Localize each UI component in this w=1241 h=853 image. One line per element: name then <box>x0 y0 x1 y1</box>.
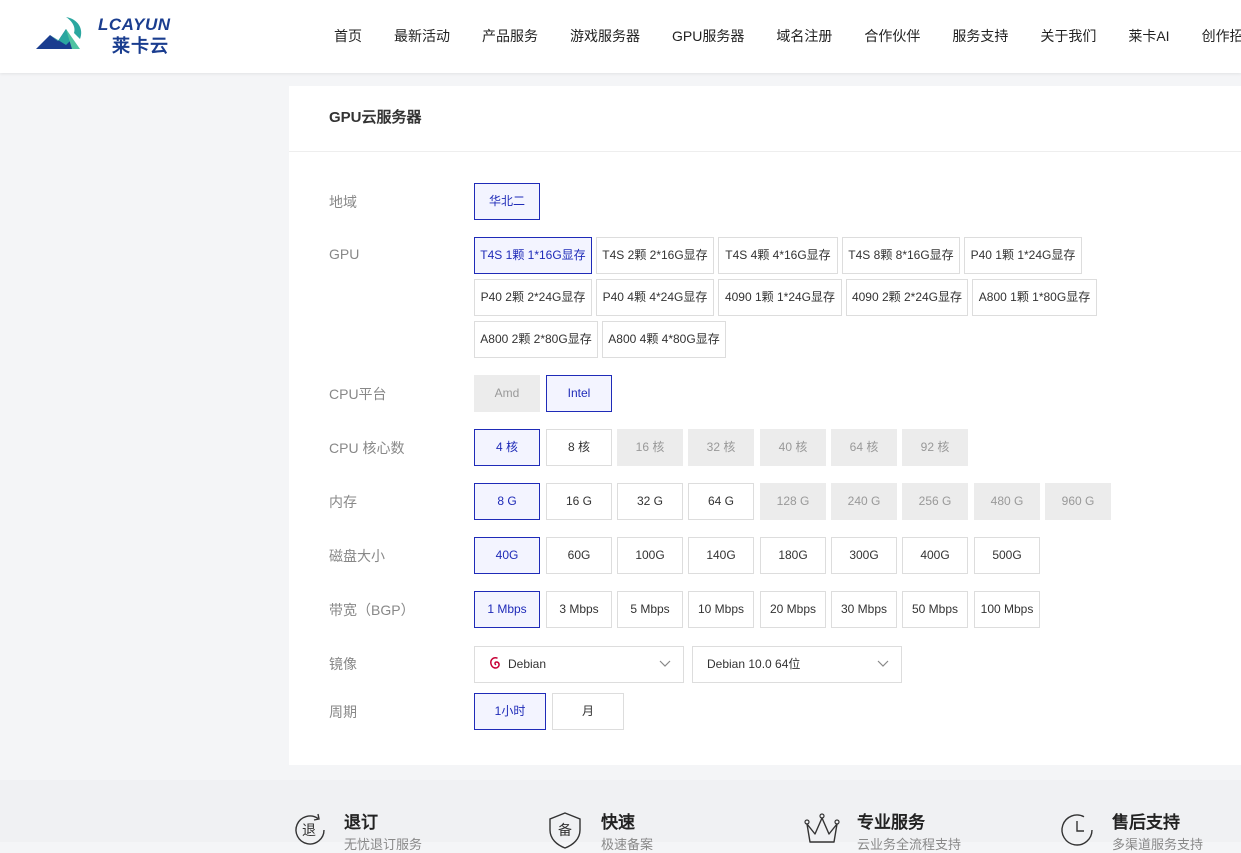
memory-option[interactable]: 64 G <box>688 483 754 520</box>
cpu-cores-option[interactable]: 40 核 <box>760 429 826 466</box>
gpu-option[interactable]: 4090 1颗 1*24G显存 <box>718 279 842 316</box>
gpu-option[interactable]: A800 1颗 1*80G显存 <box>972 279 1097 316</box>
bandwidth-option[interactable]: 10 Mbps <box>688 591 754 628</box>
nav-item-recruit[interactable]: 创作招募 <box>1202 0 1241 73</box>
nav-item-partners[interactable]: 合作伙伴 <box>864 0 920 73</box>
period-option[interactable]: 月 <box>552 693 624 730</box>
gpu-option[interactable]: T4S 1颗 1*16G显存 <box>474 237 592 274</box>
os-select[interactable]: Debian <box>474 646 684 683</box>
gpu-option[interactable]: T4S 2颗 2*16G显存 <box>596 237 714 274</box>
memory-option[interactable]: 32 G <box>617 483 683 520</box>
gpu-option[interactable]: 4090 2颗 2*24G显存 <box>846 279 968 316</box>
nav-item-gpu-servers[interactable]: GPU服务器 <box>672 0 744 73</box>
nav-item-game-servers[interactable]: 游戏服务器 <box>570 0 640 73</box>
os-version-select[interactable]: Debian 10.0 64位 <box>692 646 902 683</box>
cpu-platform-option[interactable]: Amd <box>474 375 540 412</box>
bandwidth-option[interactable]: 3 Mbps <box>546 591 612 628</box>
nav-item-products[interactable]: 产品服务 <box>482 0 538 73</box>
gpu-config-panel: GPU云服务器 地域 华北二 GPU T4S 1颗 1*16G显存 T4S 2颗… <box>289 86 1241 765</box>
cpu-cores-option[interactable]: 92 核 <box>902 429 968 466</box>
memory-option[interactable]: 16 G <box>546 483 612 520</box>
main-nav: 首页 最新活动 产品服务 游戏服务器 GPU服务器 域名注册 合作伙伴 服务支持… <box>334 0 1241 73</box>
period-option[interactable]: 1小时 <box>474 693 546 730</box>
memory-option[interactable]: 480 G <box>974 483 1040 520</box>
gpu-option[interactable]: T4S 8颗 8*16G显存 <box>842 237 960 274</box>
disk-label: 磁盘大小 <box>329 548 385 564</box>
disk-option[interactable]: 40G <box>474 537 540 574</box>
memory-label: 内存 <box>329 494 357 510</box>
disk-option[interactable]: 100G <box>617 537 683 574</box>
gpu-option[interactable]: P40 2颗 2*24G显存 <box>474 279 592 316</box>
memory-option[interactable]: 256 G <box>902 483 968 520</box>
feature-title: 快速 <box>601 813 635 832</box>
gpu-option[interactable]: P40 4颗 4*24G显存 <box>596 279 714 316</box>
bandwidth-option[interactable]: 100 Mbps <box>974 591 1040 628</box>
memory-option[interactable]: 960 G <box>1045 483 1111 520</box>
disk-option[interactable]: 140G <box>688 537 754 574</box>
disk-option[interactable]: 180G <box>760 537 826 574</box>
disk-option[interactable]: 60G <box>546 537 612 574</box>
memory-option[interactable]: 240 G <box>831 483 897 520</box>
cpu-cores-option[interactable]: 4 核 <box>474 429 540 466</box>
panel-divider <box>289 151 1241 152</box>
feature-subtitle: 无忧退订服务 <box>344 837 423 852</box>
nav-item-support[interactable]: 服务支持 <box>952 0 1008 73</box>
gpu-option[interactable]: P40 1颗 1*24G显存 <box>964 237 1082 274</box>
gpu-option[interactable]: T4S 4颗 4*16G显存 <box>718 237 838 274</box>
nav-item-activities[interactable]: 最新活动 <box>394 0 450 73</box>
nav-item-about[interactable]: 关于我们 <box>1040 0 1096 73</box>
bandwidth-option[interactable]: 1 Mbps <box>474 591 540 628</box>
record-icon-glyph: 备 <box>558 822 572 838</box>
period-label: 周期 <box>329 704 357 720</box>
feature-subtitle: 极速备案 <box>601 837 654 852</box>
memory-option[interactable]: 128 G <box>760 483 826 520</box>
cpu-cores-option[interactable]: 32 核 <box>688 429 754 466</box>
chevron-down-icon <box>877 660 889 667</box>
cpu-cores-option[interactable]: 64 核 <box>831 429 897 466</box>
feature-subtitle: 多渠道服务支持 <box>1112 837 1204 852</box>
feature-subtitle: 云业务全流程支持 <box>857 837 962 852</box>
bandwidth-option[interactable]: 50 Mbps <box>902 591 968 628</box>
image-label: 镜像 <box>329 656 357 672</box>
gpu-option[interactable]: A800 4颗 4*80G显存 <box>602 321 726 358</box>
brand-logo[interactable]: LCAYUN 莱卡云 <box>36 15 176 56</box>
cpu-cores-label: CPU 核心数 <box>329 440 405 456</box>
memory-option[interactable]: 8 G <box>474 483 540 520</box>
nav-item-home[interactable]: 首页 <box>334 0 362 73</box>
disk-option[interactable]: 400G <box>902 537 968 574</box>
nav-item-ai[interactable]: 莱卡AI <box>1128 0 1169 73</box>
debian-icon <box>490 656 500 669</box>
nav-item-domains[interactable]: 域名注册 <box>776 0 832 73</box>
bandwidth-option[interactable]: 20 Mbps <box>760 591 826 628</box>
region-label: 地域 <box>329 194 357 210</box>
feature-title: 退订 <box>344 813 378 832</box>
cpu-cores-option[interactable]: 8 核 <box>546 429 612 466</box>
cpu-platform-label: CPU平台 <box>329 386 387 402</box>
os-version-value: Debian 10.0 64位 <box>707 657 801 671</box>
clock-icon <box>1061 814 1093 846</box>
crown-icon <box>804 813 840 843</box>
gpu-label: GPU <box>329 246 360 262</box>
disk-option[interactable]: 300G <box>831 537 897 574</box>
feature-title: 售后支持 <box>1112 813 1180 832</box>
disk-option[interactable]: 500G <box>974 537 1040 574</box>
feature-title: 专业服务 <box>857 813 925 832</box>
cpu-platform-option[interactable]: Intel <box>546 375 612 412</box>
brand-name-cn: 莱卡云 <box>112 36 169 56</box>
chevron-down-icon <box>659 660 671 667</box>
gpu-option[interactable]: A800 2颗 2*80G显存 <box>474 321 598 358</box>
site-header: LCAYUN 莱卡云 首页 最新活动 产品服务 游戏服务器 GPU服务器 域名注… <box>0 0 1241 73</box>
region-option[interactable]: 华北二 <box>474 183 540 220</box>
panel-title: GPU云服务器 <box>329 109 422 126</box>
os-select-value: Debian <box>508 657 547 671</box>
cpu-cores-option[interactable]: 16 核 <box>617 429 683 466</box>
bandwidth-option[interactable]: 5 Mbps <box>617 591 683 628</box>
bandwidth-label: 带宽（BGP） <box>329 602 415 618</box>
refund-icon-glyph: 退 <box>302 822 316 838</box>
bandwidth-option[interactable]: 30 Mbps <box>831 591 897 628</box>
